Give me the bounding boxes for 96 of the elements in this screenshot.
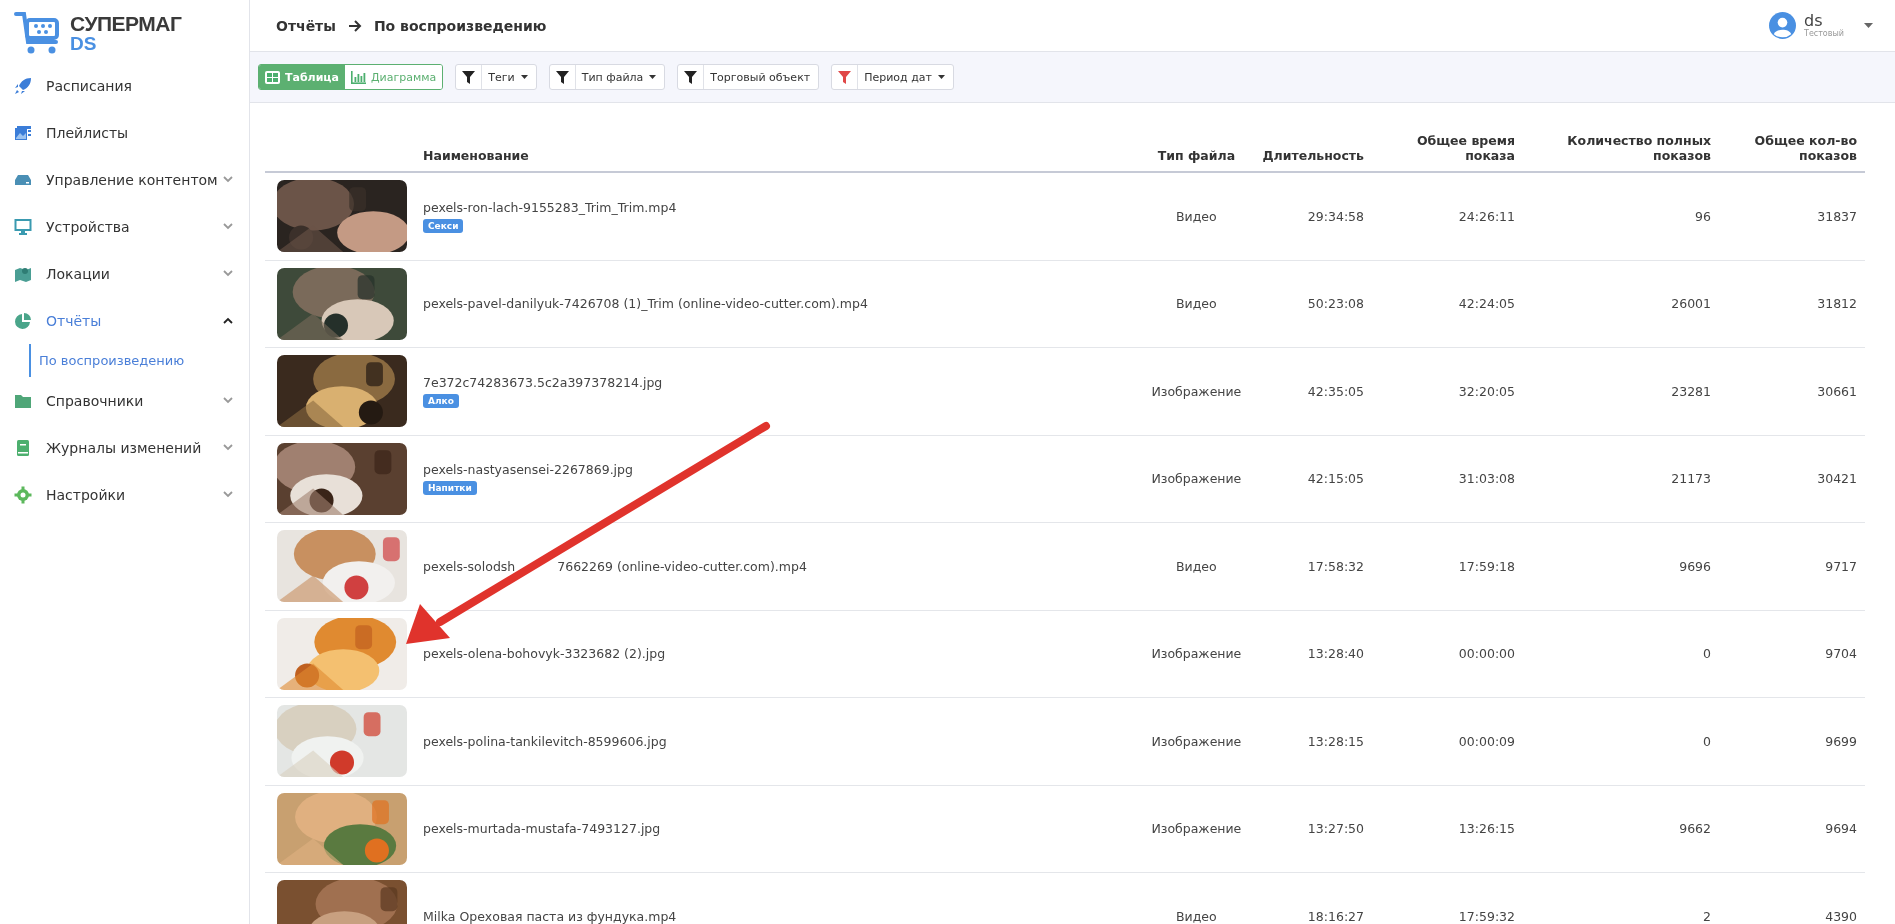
- table-cell: 23281: [1671, 383, 1711, 399]
- monitor-icon: [14, 217, 32, 236]
- file-name: pexels-olena-bohovyk-3323682 (2).jpg: [423, 646, 666, 662]
- sidebar-subitem[interactable]: По воспроизведению: [29, 344, 249, 377]
- sidebar-item[interactable]: Локации: [0, 250, 249, 297]
- sidebar-item[interactable]: Справочники: [0, 377, 249, 424]
- table-cell: 29:34:58: [1307, 208, 1364, 224]
- file-name: pexels-ron-lach-9155283_Trim_Trim.mp4: [423, 199, 677, 215]
- table-cell: 50:23:08: [1307, 296, 1364, 312]
- breadcrumb-link[interactable]: Отчёты: [276, 17, 336, 34]
- table-cell: Изображение: [1151, 821, 1242, 837]
- file-name: Milka Ореховая паста из фундука.mp4: [423, 908, 677, 924]
- table-cell: 42:24:05: [1458, 296, 1515, 312]
- caret-icon[interactable]: [1864, 23, 1873, 28]
- table-icon: [265, 70, 280, 84]
- file-name: pexels-nastyasensei-2267869.jpg: [423, 462, 633, 478]
- filter-button[interactable]: Теги: [455, 64, 537, 90]
- table-cell: 00:00:00: [1458, 646, 1515, 662]
- sidebar-item[interactable]: Отчёты: [0, 297, 249, 344]
- file-name: pexels-murtada-mustafa-7493127.jpg: [423, 821, 661, 837]
- column-header: Общее время показа: [1415, 133, 1515, 163]
- table-cell: Видео: [1176, 208, 1217, 224]
- table-cell: 9704: [1825, 646, 1857, 662]
- filter-button[interactable]: Тип файла: [548, 64, 666, 90]
- cart-logo-icon: [14, 10, 62, 56]
- table-cell: Видео: [1176, 908, 1217, 924]
- logo-title: СУПЕРМАГ: [70, 13, 182, 34]
- bar-chart-icon: [350, 70, 366, 84]
- table-cell: 31812: [1817, 296, 1857, 312]
- file-name: 7e372c74283673.5c2a397378214.jpg: [423, 374, 663, 390]
- table-cell: 9694: [1825, 821, 1857, 837]
- table-cell: 00:00:09: [1458, 733, 1515, 749]
- file-name: pexels-pavel-danilyuk-7426708 (1)_Trim (online-video-cutter.com).mp4: [423, 296, 868, 312]
- table-cell: 0: [1703, 646, 1711, 662]
- table-cell: 31837: [1817, 208, 1857, 224]
- table-cell: Изображение: [1151, 383, 1242, 399]
- sidebar-item[interactable]: Плейлисты: [0, 109, 249, 156]
- table-cell: 0: [1703, 733, 1711, 749]
- column-header: Общее кол-во показов: [1753, 133, 1857, 163]
- table-cell: 17:58:32: [1307, 558, 1364, 574]
- filter-button[interactable]: Период дат: [831, 64, 954, 90]
- page-title: По воспроизведению: [373, 17, 547, 34]
- table-cell: 30421: [1817, 471, 1857, 487]
- sidebar-item[interactable]: Расписания: [0, 62, 249, 109]
- table-cell: 24:26:11: [1458, 208, 1515, 224]
- tag-badge: Алко: [423, 393, 459, 408]
- sidebar-item[interactable]: Настройки: [0, 471, 249, 518]
- table-cell: 9699: [1825, 733, 1857, 749]
- filter-button[interactable]: Торговый объект: [677, 64, 820, 90]
- avatar-icon: [1769, 12, 1796, 39]
- arrow-right-icon: [347, 19, 362, 32]
- table-cell: Изображение: [1151, 471, 1242, 487]
- table-cell: 9696: [1679, 558, 1711, 574]
- table-cell: 13:28:15: [1307, 733, 1364, 749]
- column-header: Количество полных показов: [1566, 133, 1711, 163]
- table-cell: 18:16:27: [1307, 908, 1364, 924]
- sidebar-item[interactable]: Устройства: [0, 203, 249, 250]
- table-cell: 4390: [1825, 908, 1857, 924]
- pie-icon: [14, 311, 32, 330]
- user-name: ds: [1804, 12, 1823, 30]
- file-name: pexels-polina-tankilevitch-8599606.jpg: [423, 733, 667, 749]
- table-cell: 32:20:05: [1458, 383, 1515, 399]
- table-cell: 13:26:15: [1458, 821, 1515, 837]
- book-icon: [14, 438, 32, 457]
- tag-badge: Напитки: [423, 481, 477, 496]
- table-cell: Видео: [1176, 558, 1217, 574]
- tag-badge: Секси: [423, 218, 464, 233]
- table-cell: Видео: [1176, 296, 1217, 312]
- file-name: 7662269 (online-video-cutter.com).mp4: [557, 558, 807, 574]
- table-cell: 30661: [1817, 383, 1857, 399]
- table-cell: Изображение: [1151, 646, 1242, 662]
- table-cell: 21173: [1671, 471, 1711, 487]
- user-role: Тестовый: [1804, 29, 1844, 39]
- table-cell: 31:03:08: [1458, 471, 1515, 487]
- table-cell: 13:27:50: [1307, 821, 1364, 837]
- settings-icon: [14, 485, 32, 504]
- sidebar-item[interactable]: Управление контентом: [0, 156, 249, 203]
- table-cell: 17:59:32: [1458, 908, 1515, 924]
- table-cell: 9717: [1825, 558, 1857, 574]
- column-header: Длительность: [1262, 148, 1364, 163]
- table-cell: 17:59:18: [1458, 558, 1515, 574]
- column-header: Наименование: [423, 148, 529, 163]
- table-cell: 42:15:05: [1307, 471, 1364, 487]
- table-cell: 26001: [1671, 296, 1711, 312]
- table-cell: 9662: [1679, 821, 1711, 837]
- table-cell: 13:28:40: [1307, 646, 1364, 662]
- gallery-icon: [14, 123, 32, 142]
- file-name: pexels-solodsh: [423, 558, 516, 574]
- table-cell: Изображение: [1151, 733, 1242, 749]
- table-cell: 2: [1703, 908, 1711, 924]
- column-header: Тип файла: [1157, 148, 1236, 163]
- rocket-icon: [14, 76, 32, 95]
- sidebar-item[interactable]: Журналы изменений: [0, 424, 249, 471]
- table-cell: 42:35:05: [1307, 383, 1364, 399]
- logo-subtitle: DS: [70, 34, 98, 53]
- table-cell: 96: [1695, 208, 1711, 224]
